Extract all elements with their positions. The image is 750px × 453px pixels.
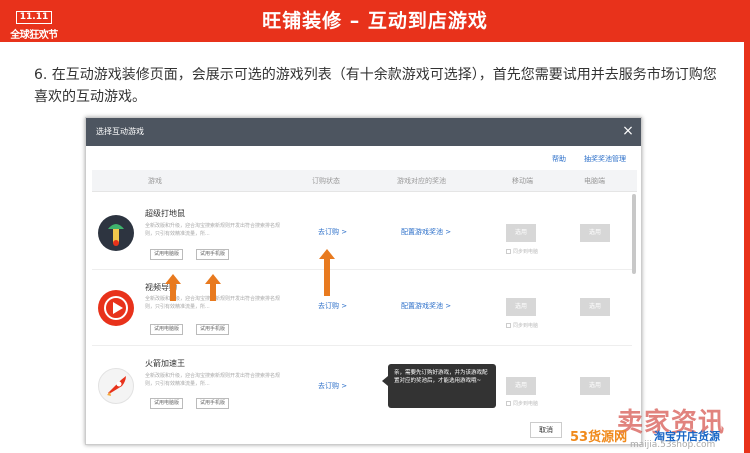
dialog-title: 选择互动游戏	[96, 127, 144, 136]
column-header-mobile: 移动端	[512, 177, 533, 185]
game-row: 超级打地鼠 全新改版和升级，迎合淘宝搜索新规则开发出符合搜索排名规则，只引有效精…	[92, 194, 632, 270]
whack-a-mole-icon	[98, 215, 134, 251]
game-row: 火箭加速王 全新改版和升级，迎合淘宝搜索新规则开发出符合搜索排名规则，只引有效精…	[92, 346, 632, 416]
configure-prize-pool-link[interactable]: 配置游戏奖池 >	[401, 301, 451, 311]
tooltip: 亲，需要先订购好游戏，并为该游戏配置对应的奖池后，才能选用游戏哦~	[382, 364, 496, 408]
column-header-prize-pool: 游戏对应的奖池	[397, 177, 446, 185]
checkbox-box	[506, 401, 511, 406]
checkbox-box	[506, 323, 511, 328]
select-game-dialog: 选择互动游戏 × 帮助 抽奖奖池管理 游戏 订购状态 游戏对应的奖池 移动端 电…	[85, 117, 642, 445]
try-mobile-button[interactable]: 试用手机版	[196, 249, 230, 260]
cancel-button[interactable]: 取消	[530, 422, 562, 438]
step-instruction: 6. 在互动游戏装修页面，会展示可选的游戏列表（有十余款游戏可选择），首先您需要…	[34, 67, 717, 105]
select-pc-button[interactable]: 选用	[580, 298, 610, 316]
watermark-url: maijia.53shop.com	[630, 440, 716, 450]
subscribe-link[interactable]: 去订购 >	[318, 227, 347, 237]
video-play-icon	[98, 290, 134, 326]
subscribe-link[interactable]: 去订购 >	[318, 381, 347, 391]
header-bar: 11.11 全球狂欢节 旺铺装修 – 互动到店游戏	[0, 0, 750, 42]
sync-to-pc-checkbox[interactable]: 同步到电脑	[506, 400, 538, 407]
scrollbar[interactable]	[632, 194, 636, 274]
game-description: 全新改版和升级，迎合淘宝搜索新规则开发出符合搜索排名规则，只引有效精准流量，所.…	[145, 223, 281, 237]
sync-label: 同步到电脑	[513, 323, 539, 329]
arrow-up-icon	[165, 274, 181, 301]
column-header-pc: 电脑端	[584, 177, 605, 185]
sync-to-pc-checkbox[interactable]: 同步到电脑	[506, 322, 538, 329]
prize-pool-manage-link[interactable]: 抽奖奖池管理	[584, 154, 626, 164]
select-mobile-button[interactable]: 选用	[506, 298, 536, 316]
sync-label: 同步到电脑	[513, 401, 539, 407]
game-description: 全新改版和升级，迎合淘宝搜索新规则开发出符合搜索排名规则，只引有效精准流量，所.…	[145, 373, 281, 387]
checkbox-box	[506, 249, 511, 254]
tutorial-page: 11.11 全球狂欢节 旺铺装修 – 互动到店游戏 6. 在互动游戏装修页面，会…	[0, 0, 750, 453]
table-header: 游戏 订购状态 游戏对应的奖池 移动端 电脑端	[92, 170, 637, 192]
close-icon[interactable]: ×	[621, 124, 635, 138]
select-mobile-button[interactable]: 选用	[506, 377, 536, 395]
dialog-titlebar: 选择互动游戏 ×	[86, 118, 641, 146]
page-title: 旺铺装修 – 互动到店游戏	[262, 10, 488, 32]
select-pc-button[interactable]: 选用	[580, 224, 610, 242]
rocket-icon	[98, 368, 134, 404]
watermark-brand: 53货源网	[570, 430, 628, 445]
game-name: 超级打地鼠	[145, 209, 185, 218]
try-mobile-button[interactable]: 试用手机版	[196, 398, 230, 409]
column-header-game: 游戏	[148, 177, 162, 185]
game-name: 火箭加速王	[145, 359, 185, 368]
arrow-up-icon	[205, 274, 221, 301]
try-pc-button[interactable]: 试用电脑版	[150, 398, 184, 409]
configure-prize-pool-link[interactable]: 配置游戏奖池 >	[401, 227, 451, 237]
sync-to-pc-checkbox[interactable]: 同步到电脑	[506, 248, 538, 255]
select-pc-button[interactable]: 选用	[580, 377, 610, 395]
try-pc-button[interactable]: 试用电脑版	[150, 249, 184, 260]
try-mobile-button[interactable]: 试用手机版	[196, 324, 230, 335]
try-pc-button[interactable]: 试用电脑版	[150, 324, 184, 335]
subscribe-link[interactable]: 去订购 >	[318, 301, 347, 311]
help-link[interactable]: 帮助	[552, 154, 566, 164]
sync-label: 同步到电脑	[513, 249, 539, 255]
select-mobile-button[interactable]: 选用	[506, 224, 536, 242]
column-header-subscription: 订购状态	[312, 177, 340, 185]
right-accent-strip	[744, 42, 750, 453]
arrow-up-icon	[319, 249, 335, 296]
